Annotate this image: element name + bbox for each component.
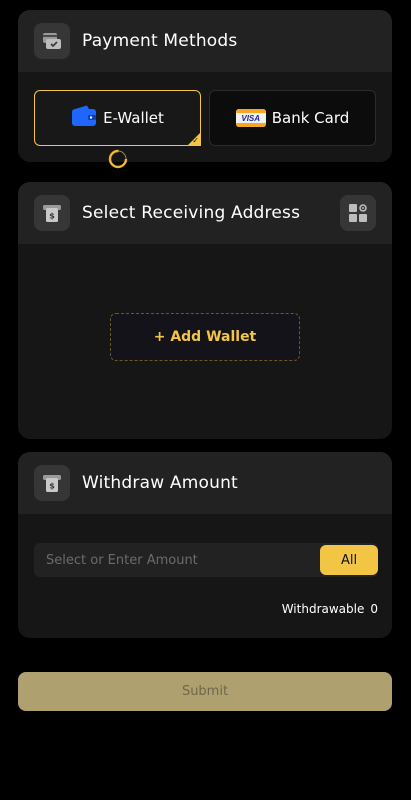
submit-button[interactable]: Submit <box>18 672 392 711</box>
payment-method-options: E-Wallet ✓ VISA Bank Card <box>34 90 376 146</box>
amount-field-row: All <box>34 542 378 578</box>
payment-card-icon <box>34 23 70 59</box>
svg-text:$: $ <box>49 482 55 491</box>
receiving-address-title: Select Receiving Address <box>82 203 301 223</box>
amount-input[interactable] <box>34 542 320 578</box>
withdrawable-info: Withdrawable 0 <box>282 602 378 616</box>
e-wallet-label: E-Wallet <box>103 109 164 127</box>
bank-card-label: Bank Card <box>271 109 350 127</box>
receiving-address-card: $ Select Receiving Address + Add Wallet <box>18 182 392 439</box>
e-wallet-option[interactable]: E-Wallet ✓ <box>34 90 201 146</box>
withdrawable-label: Withdrawable <box>281 602 365 616</box>
grid-settings-icon[interactable] <box>340 195 376 231</box>
payment-methods-title: Payment Methods <box>82 31 238 51</box>
wallet-icon <box>71 105 97 131</box>
withdraw-amount-title: Withdraw Amount <box>82 473 238 493</box>
add-wallet-button[interactable]: + Add Wallet <box>110 313 300 361</box>
visa-card-text: VISA <box>241 113 261 123</box>
bank-card-option[interactable]: VISA Bank Card <box>209 90 376 146</box>
withdraw-amount-header: $ Withdraw Amount <box>18 452 392 514</box>
withdraw-amount-card: $ Withdraw Amount All Withdrawable 0 <box>18 452 392 638</box>
checkmark-icon: ✓ <box>192 136 199 145</box>
withdrawable-value: 0 <box>370 602 378 616</box>
visa-card-icon: VISA <box>235 109 266 127</box>
atm-cash-icon: $ <box>34 195 70 231</box>
payment-methods-card: Payment Methods E-Wallet ✓ VISA Bank Car… <box>18 10 392 162</box>
payment-methods-header: Payment Methods <box>18 10 392 72</box>
atm-cash-icon: $ <box>34 465 70 501</box>
receiving-address-header: $ Select Receiving Address <box>18 182 392 244</box>
svg-text:$: $ <box>49 212 55 221</box>
loading-spinner-icon <box>108 149 128 169</box>
all-amount-button[interactable]: All <box>320 545 378 575</box>
